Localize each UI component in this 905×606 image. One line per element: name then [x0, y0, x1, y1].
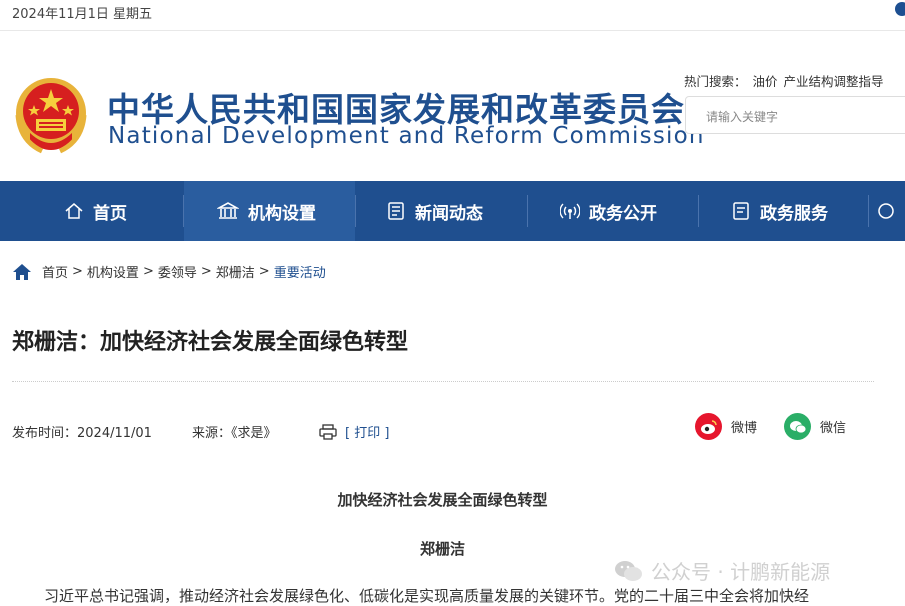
- divider: [12, 381, 874, 382]
- more-icon[interactable]: [876, 201, 896, 221]
- share-wechat-label: 微信: [820, 421, 847, 436]
- site-title-en[interactable]: National Development and Reform Commissi…: [108, 123, 705, 149]
- nav-item-news[interactable]: 新闻动态: [386, 181, 483, 241]
- current-date: 2024年11月1日 星期五: [12, 7, 153, 22]
- share-weibo-button[interactable]: 微博: [695, 413, 757, 440]
- breadcrumb: 首页 > 机构设置 > 委领导 > 郑栅洁 > 重要活动: [12, 262, 326, 281]
- home-icon: [65, 203, 83, 219]
- breadcrumb-item[interactable]: 机构设置: [87, 262, 139, 281]
- share-weibo-label: 微博: [731, 421, 758, 436]
- document-icon: [733, 202, 749, 220]
- nav-item-label: 政务公开: [589, 203, 657, 224]
- printer-icon: [319, 423, 337, 440]
- weibo-icon: [695, 413, 722, 440]
- print-label: [ 打印 ]: [345, 426, 390, 441]
- accessibility-icon[interactable]: [895, 2, 905, 16]
- breadcrumb-item[interactable]: 郑栅洁: [216, 262, 255, 281]
- nav-item-label: 首页: [93, 203, 127, 224]
- hot-search: 热门搜索： 油价 产业结构调整指导: [684, 71, 890, 90]
- nav-divider: [527, 195, 528, 227]
- search-input[interactable]: 请输入关键字: [685, 96, 905, 134]
- hot-search-label: 热门搜索：: [684, 74, 747, 89]
- article-paragraph: 习近平总书记强调，推动经济社会发展绿色化、低碳化是实现高质量发展的关键环节。党的…: [44, 587, 810, 605]
- site-header: 中华人民共和国国家发展和改革委员会 National Development a…: [0, 31, 905, 181]
- national-emblem-logo[interactable]: [12, 75, 90, 159]
- print-button[interactable]: [ 打印 ]: [319, 422, 389, 441]
- breadcrumb-separator: >: [200, 264, 212, 279]
- page-title: 郑栅洁：加快经济社会发展全面绿色转型: [12, 330, 409, 355]
- nav-divider: [355, 195, 356, 227]
- watermark: 公众号 · 计鹏新能源: [613, 556, 830, 585]
- hot-search-term[interactable]: 油价: [753, 74, 778, 89]
- nav-item-label: 机构设置: [248, 203, 316, 224]
- wechat-icon: [784, 413, 811, 440]
- top-bar: 2024年11月1日 星期五: [0, 0, 905, 24]
- nav-divider: [698, 195, 699, 227]
- institution-icon: [217, 202, 239, 219]
- nav-item-services[interactable]: 政务服务: [731, 181, 828, 241]
- nav-item-label: 新闻动态: [415, 203, 483, 224]
- article-source: 来源：《求是》: [192, 426, 277, 441]
- news-icon: [388, 202, 404, 220]
- watermark-text: 公众号 · 计鹏新能源: [651, 560, 831, 584]
- breadcrumb-item[interactable]: 首页: [42, 262, 68, 281]
- nav-item-home[interactable]: 首页: [64, 181, 127, 241]
- breadcrumb-current[interactable]: 重要活动: [274, 262, 326, 281]
- main-nav: 首页 机构设置 新闻动态 政务公开 政务服务: [0, 181, 905, 241]
- search-placeholder: 请输入关键字: [706, 110, 779, 124]
- breadcrumb-item[interactable]: 委领导: [158, 262, 197, 281]
- wechat-official-account-icon: [615, 560, 642, 581]
- nav-divider: [868, 195, 869, 227]
- nav-item-institution[interactable]: 机构设置: [184, 181, 355, 241]
- nav-item-label: 政务服务: [760, 203, 828, 224]
- breadcrumb-separator: >: [142, 264, 154, 279]
- home-icon[interactable]: [12, 263, 32, 281]
- broadcast-icon: [560, 203, 580, 219]
- nav-item-public-affairs[interactable]: 政务公开: [560, 181, 657, 241]
- article-subtitle: 加快经济社会发展全面绿色转型: [337, 491, 548, 509]
- publish-date: 发布时间：2024/11/01: [12, 426, 152, 441]
- share-wechat-button[interactable]: 微信: [784, 413, 846, 440]
- breadcrumb-separator: >: [258, 264, 270, 279]
- breadcrumb-separator: >: [72, 264, 83, 279]
- hot-search-term[interactable]: 产业结构调整指导: [784, 74, 884, 89]
- article-meta: 发布时间：2024/11/01 来源：《求是》 [ 打印 ]: [12, 422, 389, 441]
